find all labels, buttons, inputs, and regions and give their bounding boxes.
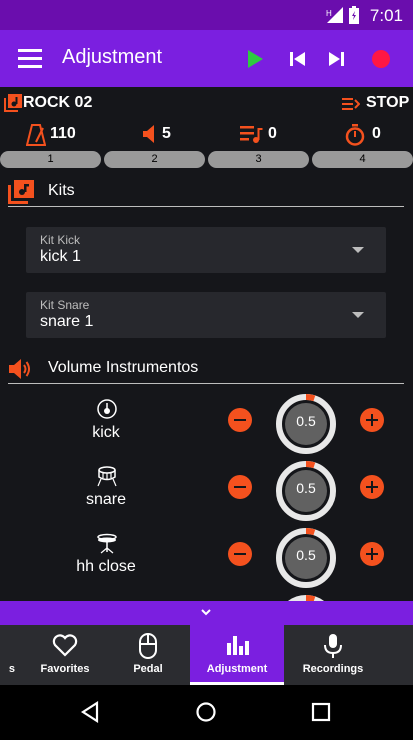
tempo-value: 110 [50,125,76,142]
menu-icon[interactable] [18,49,42,69]
nav-label: Recordings [302,663,364,675]
timer-value: 0 [372,125,381,142]
instrument-row-hh-close: hh close 0.5 [0,528,413,596]
page-title: Adjustment [62,46,163,68]
instrument-name: snare [85,491,127,508]
decrease-volume-button[interactable] [228,475,252,499]
kits-section-header: Kits [8,177,404,207]
song-name[interactable]: ROCK 02 [23,94,92,112]
nav-label: Pedal [133,663,163,675]
kit-snare-value: snare 1 [40,313,94,330]
volume-title: Volume Instrumentos [48,359,199,376]
bottom-nav: s Favorites Pedal Adjustment Recordings [0,625,413,685]
tempo-param[interactable]: 110 [26,122,86,150]
knob-value: 0.5 [296,480,316,496]
system-nav-bar [0,685,413,740]
knob-value: 0.5 [296,413,316,429]
volume-param[interactable]: 5 [142,122,182,150]
kit-kick-label: Kit Kick [40,233,81,247]
segment-3[interactable]: 3 [208,151,309,168]
dropdown-arrow-icon [352,312,364,318]
playlist-icon [240,126,263,143]
increase-volume-button[interactable] [360,475,384,499]
nav-item-pedal[interactable]: Pedal [101,625,195,685]
status-bar: H 7:01 [0,0,413,30]
kit-kick-value: kick 1 [40,248,81,265]
decrease-volume-button[interactable] [228,542,252,566]
snare-drum-icon [97,466,117,487]
skip-previous-icon[interactable] [287,48,309,70]
metronome-icon [26,124,46,146]
timer-param[interactable]: 0 [344,122,394,150]
nav-item-adjustment[interactable]: Adjustment [190,625,284,685]
kit-kick-select[interactable]: Kit Kick kick 1 [26,227,386,273]
segment-2[interactable]: 2 [104,151,205,168]
volume-section-header: Volume Instrumentos [8,354,404,384]
kit-snare-label: Kit Snare [40,298,90,312]
music-library-icon[interactable] [4,94,22,112]
skip-next-icon[interactable] [325,48,347,70]
clock: 7:01 [369,6,403,25]
knob-level-arc [305,528,316,536]
collapse-panel-bar[interactable] [0,601,413,625]
home-icon[interactable] [195,701,217,723]
instrument-name: kick [92,424,120,441]
record-icon[interactable] [370,48,392,70]
volume-icon [9,359,30,379]
kits-title: Kits [48,182,75,199]
playlist-value: 0 [268,125,277,142]
nav-label: Favorites [40,663,90,675]
microphone-icon [324,634,342,658]
segment-4[interactable]: 4 [312,151,413,168]
volume-value: 5 [162,125,171,142]
hihat-icon [97,533,117,554]
bar-chart-icon [227,636,249,655]
music-library-icon [8,180,34,204]
battery-icon [349,6,359,24]
increase-volume-button[interactable] [360,542,384,566]
speaker-icon [143,125,154,143]
kick-drum-icon [97,399,117,419]
svg-text:H: H [326,9,332,18]
decrease-volume-button[interactable] [228,408,252,432]
main-content: ROCK 02 STOP 110 5 0 0 1 2 3 4 Kits Kit … [0,87,413,601]
pedal-icon [139,633,157,659]
knob-value: 0.5 [296,547,316,563]
stop-list-icon[interactable] [342,97,360,111]
instrument-name: hh close [76,558,136,575]
recents-icon[interactable] [311,701,331,723]
app-bar: Adjustment [0,30,413,87]
segment-1[interactable]: 1 [0,151,101,168]
back-icon[interactable] [80,701,100,723]
increase-volume-button[interactable] [360,408,384,432]
knob-level-arc [305,461,316,469]
stop-button[interactable]: STOP [366,94,409,112]
nav-item-favorites[interactable]: Favorites [18,625,112,685]
nav-label: Ti [378,663,413,675]
playlist-param[interactable]: 0 [240,122,290,150]
chevron-down-icon[interactable] [201,607,211,617]
kit-snare-select[interactable]: Kit Snare snare 1 [26,292,386,338]
params-row: 110 5 0 0 [0,122,413,150]
nav-item-partial-right[interactable]: Ti [378,625,413,685]
instrument-row-snare: snare 0.5 [0,461,413,529]
heart-icon [52,634,78,657]
knob-level-arc [305,394,316,402]
signal-icon: H [326,7,343,23]
stopwatch-icon [345,124,365,146]
nav-item-recordings[interactable]: Recordings [286,625,380,685]
song-row: ROCK 02 STOP [0,92,413,116]
nav-item-partial-left[interactable]: s [0,625,15,685]
segment-selector: 1 2 3 4 [0,151,413,168]
instrument-row-kick: kick 0.5 [0,394,413,462]
nav-label: Adjustment [206,663,268,675]
dropdown-arrow-icon [352,247,364,253]
knob-level-arc [305,595,316,601]
play-icon[interactable] [244,48,266,70]
